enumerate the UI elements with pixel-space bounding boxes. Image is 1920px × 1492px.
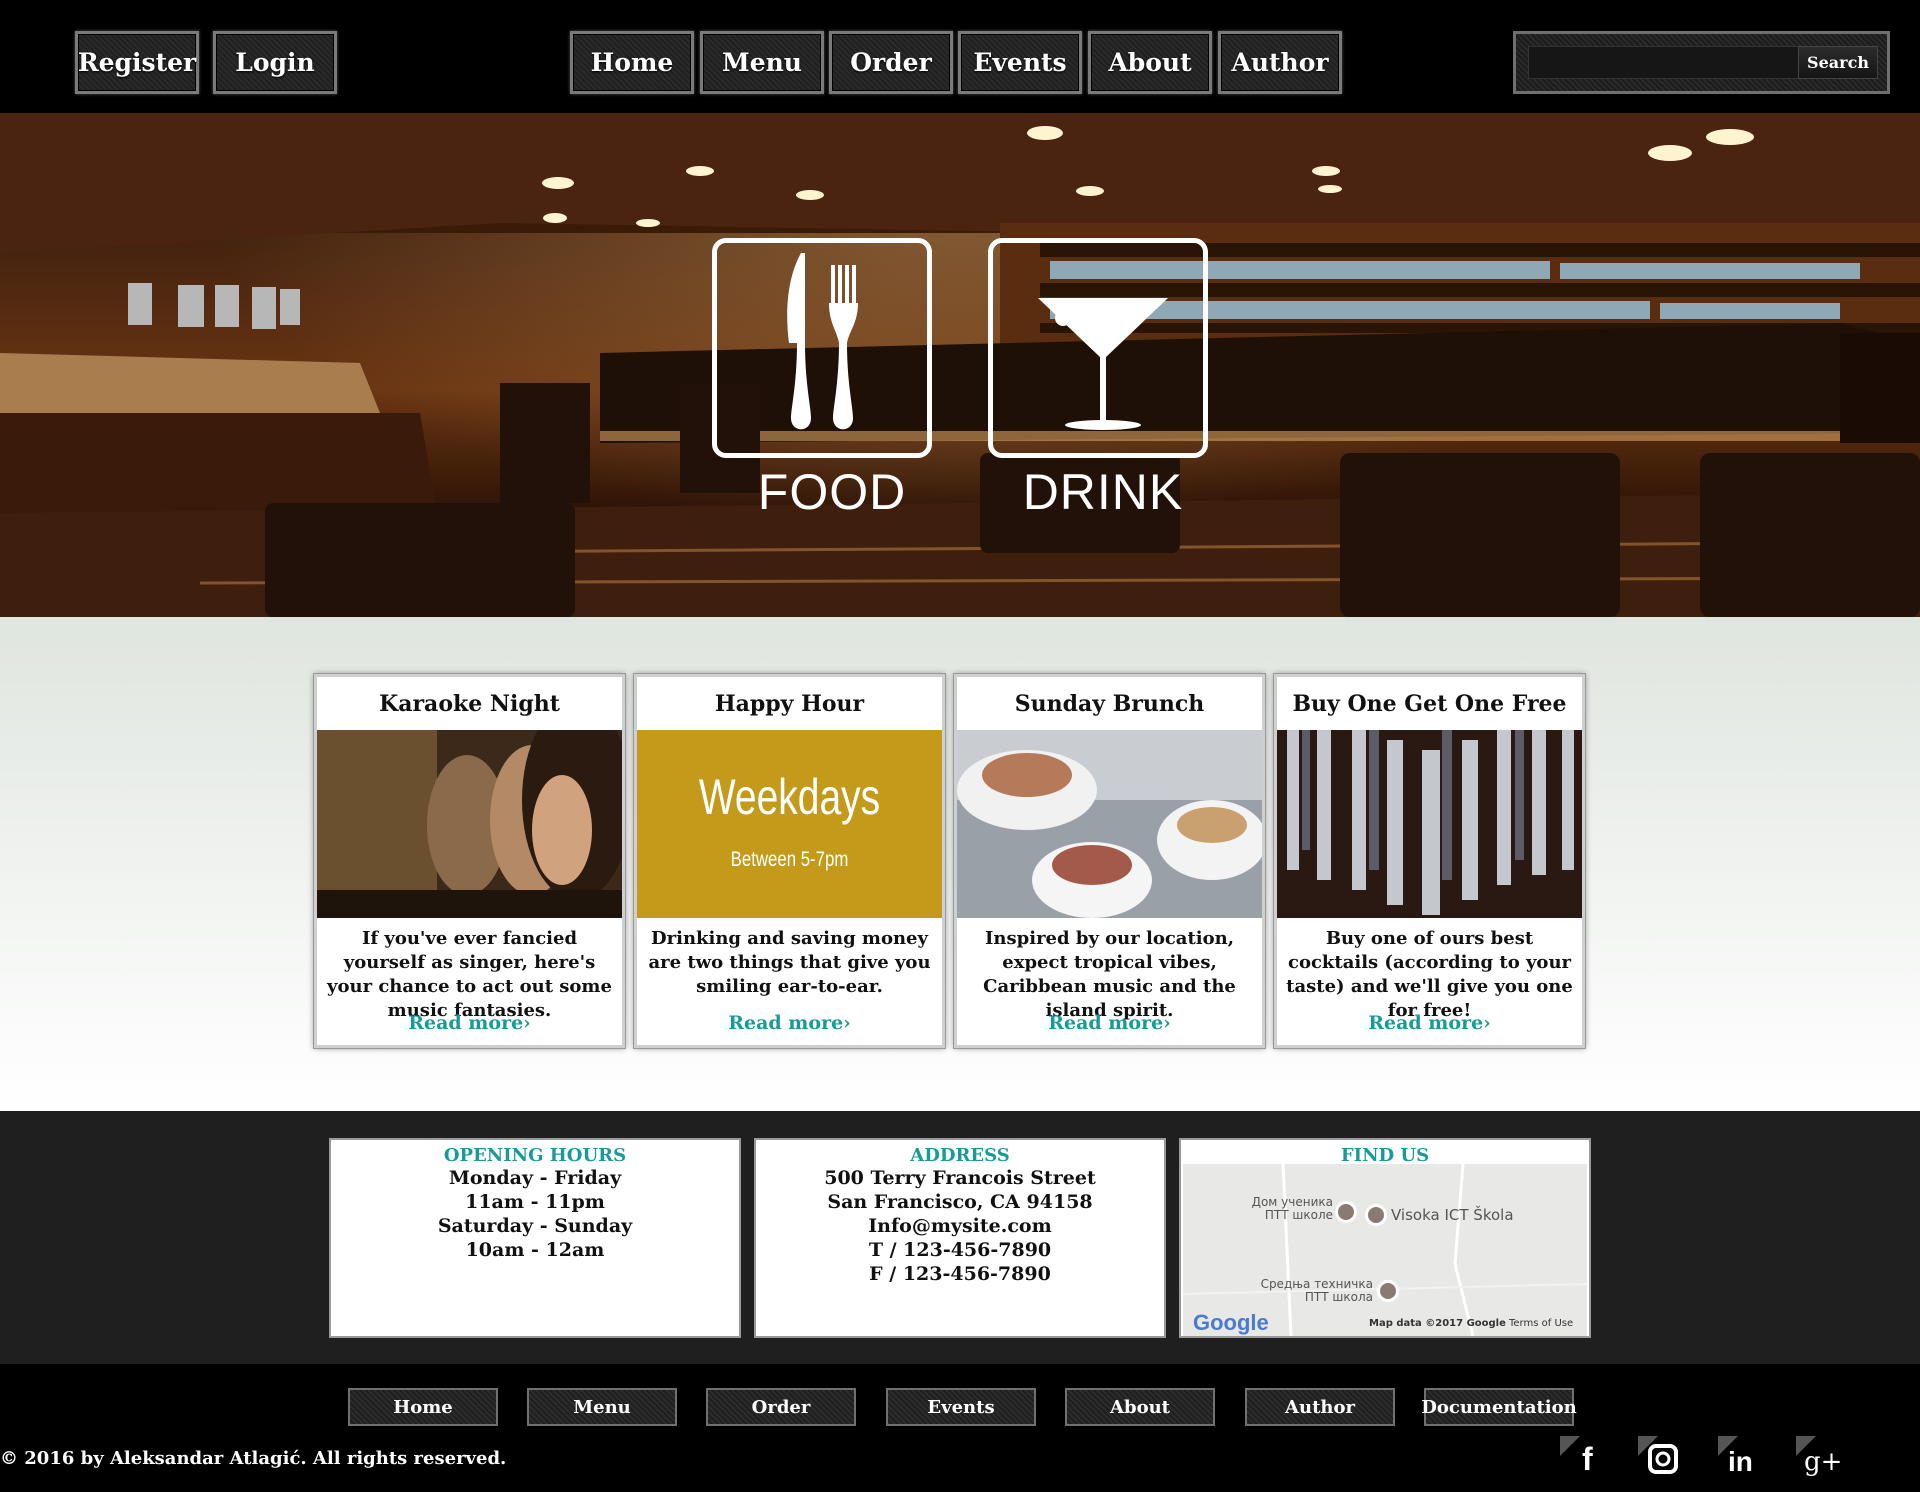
facebook-glyph: f xyxy=(1582,1441,1593,1477)
opening-hours-title: OPENING HOURS xyxy=(443,1145,627,1166)
event-card-sunday-brunch: Sunday Brunch Inspired by our location, … xyxy=(954,674,1265,1048)
map[interactable]: Дом ученика ПТТ школе Visoka ICT Škola С… xyxy=(1183,1164,1587,1336)
event-card-bogo: Buy One Get One Free Buy one of ours bes… xyxy=(1274,674,1585,1048)
address-line: 500 Terry Francois Street xyxy=(824,1167,1096,1189)
read-more-link[interactable]: Read more› xyxy=(1277,1012,1582,1034)
footer-nav-author[interactable]: Author xyxy=(1245,1388,1395,1426)
cutlery-icon xyxy=(787,253,858,430)
school-pin-icon[interactable] xyxy=(1377,1280,1399,1302)
footer-nav-documentation[interactable]: Documentation xyxy=(1421,1388,1577,1426)
glasses-image xyxy=(1277,730,1582,918)
event-card-text: Buy one of ours best cocktails (accordin… xyxy=(1286,928,1573,1021)
event-card-text: Drinking and saving money are two things… xyxy=(648,928,931,997)
map-place-label: Дом ученика ПТТ школе xyxy=(1251,1195,1333,1222)
phone-line: T / 123-456-7890 xyxy=(868,1239,1052,1261)
find-us-box: FIND US Дом ученика ПТТ школе Visoka ICT… xyxy=(1179,1138,1591,1338)
register-button[interactable]: Register xyxy=(75,31,199,94)
event-card-text: Inspired by our location, expect tropica… xyxy=(983,928,1236,1021)
instagram-icon[interactable] xyxy=(1638,1436,1686,1478)
map-place-label: Visoka ICT Škola xyxy=(1391,1206,1514,1224)
brunch-image xyxy=(957,730,1262,918)
cocktail-glass-icon xyxy=(1038,298,1168,430)
google-plus-glyph: g+ xyxy=(1804,1447,1842,1477)
event-card-title: Happy Hour xyxy=(714,690,865,717)
google-plus-icon[interactable]: g+ xyxy=(1796,1436,1844,1478)
happy-hour-image-title: Weekdays xyxy=(698,769,881,825)
event-card-title: Buy One Get One Free xyxy=(1292,690,1567,717)
footer-nav-menu[interactable]: Menu xyxy=(527,1388,677,1426)
footer-nav-order[interactable]: Order xyxy=(706,1388,856,1426)
search-input[interactable] xyxy=(1528,46,1810,79)
search-bar: Search xyxy=(1513,31,1890,94)
read-more-link[interactable]: Read more› xyxy=(317,1012,622,1034)
opening-hours-box: OPENING HOURS Monday - Friday 11am - 11p… xyxy=(329,1138,741,1338)
map-terms-link[interactable]: Terms of Use xyxy=(1509,1318,1573,1329)
fax-line: F / 123-456-7890 xyxy=(869,1263,1051,1285)
footer-nav-events[interactable]: Events xyxy=(886,1388,1036,1426)
food-tile[interactable] xyxy=(712,238,932,458)
email-link[interactable]: Info@mysite.com xyxy=(756,1214,1164,1238)
read-more-link[interactable]: Read more› xyxy=(637,1012,942,1034)
linkedin-icon[interactable]: in xyxy=(1718,1436,1766,1478)
login-button[interactable]: Login xyxy=(213,31,337,94)
search-button[interactable]: Search xyxy=(1798,46,1878,79)
map-pin-icon[interactable] xyxy=(1335,1201,1357,1223)
hours-line: 11am - 11pm xyxy=(465,1191,605,1213)
food-label: FOOD xyxy=(757,464,907,520)
map-attribution: Map data ©2017 Google xyxy=(1369,1318,1506,1329)
footer-nav-about[interactable]: About xyxy=(1065,1388,1215,1426)
nav-events[interactable]: Events xyxy=(958,31,1082,94)
address-title: ADDRESS xyxy=(910,1145,1010,1166)
find-us-title: FIND US xyxy=(1340,1145,1430,1166)
happy-hour-image: Weekdays Between 5-7pm xyxy=(637,730,942,918)
hours-line: 10am - 12am xyxy=(465,1239,605,1261)
nav-menu[interactable]: Menu xyxy=(700,31,824,94)
drink-tile[interactable] xyxy=(988,238,1208,458)
event-card-text: If you've ever fancied yourself as singe… xyxy=(327,928,612,1021)
address-line: San Francisco, CA 94158 xyxy=(827,1191,1093,1213)
nav-home[interactable]: Home xyxy=(570,31,694,94)
map-place-label: Средња техничка ПТТ школа xyxy=(1260,1277,1373,1304)
nav-about[interactable]: About xyxy=(1088,31,1212,94)
happy-hour-image-subtitle: Between 5-7pm xyxy=(730,848,849,871)
google-logo: Google xyxy=(1193,1310,1269,1335)
read-more-link[interactable]: Read more› xyxy=(957,1012,1262,1034)
event-card-happy-hour: Happy Hour Weekdays Between 5-7pm Drinki… xyxy=(634,674,945,1048)
linkedin-glyph: in xyxy=(1728,1446,1753,1477)
school-pin-icon[interactable] xyxy=(1365,1204,1387,1226)
restaurant-interior-image xyxy=(0,113,1920,617)
drink-label: DRINK xyxy=(1022,464,1184,520)
footer-nav-home[interactable]: Home xyxy=(348,1388,498,1426)
top-bar: Register Login Home Menu Order Events Ab… xyxy=(0,0,1920,113)
nav-order[interactable]: Order xyxy=(829,31,953,94)
event-card-title: Karaoke Night xyxy=(379,690,560,717)
copyright-text: © 2016 by Aleksandar Atlagić. All rights… xyxy=(0,1448,507,1469)
facebook-icon[interactable]: f xyxy=(1560,1436,1608,1478)
nav-author[interactable]: Author xyxy=(1218,31,1342,94)
hours-line: Monday - Friday xyxy=(448,1167,622,1189)
events-section: Karaoke Night If you've ever fancied you… xyxy=(0,617,1920,1111)
hours-line: Saturday - Sunday xyxy=(437,1215,633,1237)
karaoke-image xyxy=(317,730,622,918)
info-section: OPENING HOURS Monday - Friday 11am - 11p… xyxy=(0,1111,1920,1364)
footer: Home Menu Order Events About Author Docu… xyxy=(0,1364,1920,1492)
hero-banner: FOOD DRINK xyxy=(0,113,1920,617)
event-card-title: Sunday Brunch xyxy=(1014,690,1205,717)
address-box: ADDRESS 500 Terry Francois Street San Fr… xyxy=(754,1138,1166,1338)
event-card-karaoke: Karaoke Night If you've ever fancied you… xyxy=(314,674,625,1048)
